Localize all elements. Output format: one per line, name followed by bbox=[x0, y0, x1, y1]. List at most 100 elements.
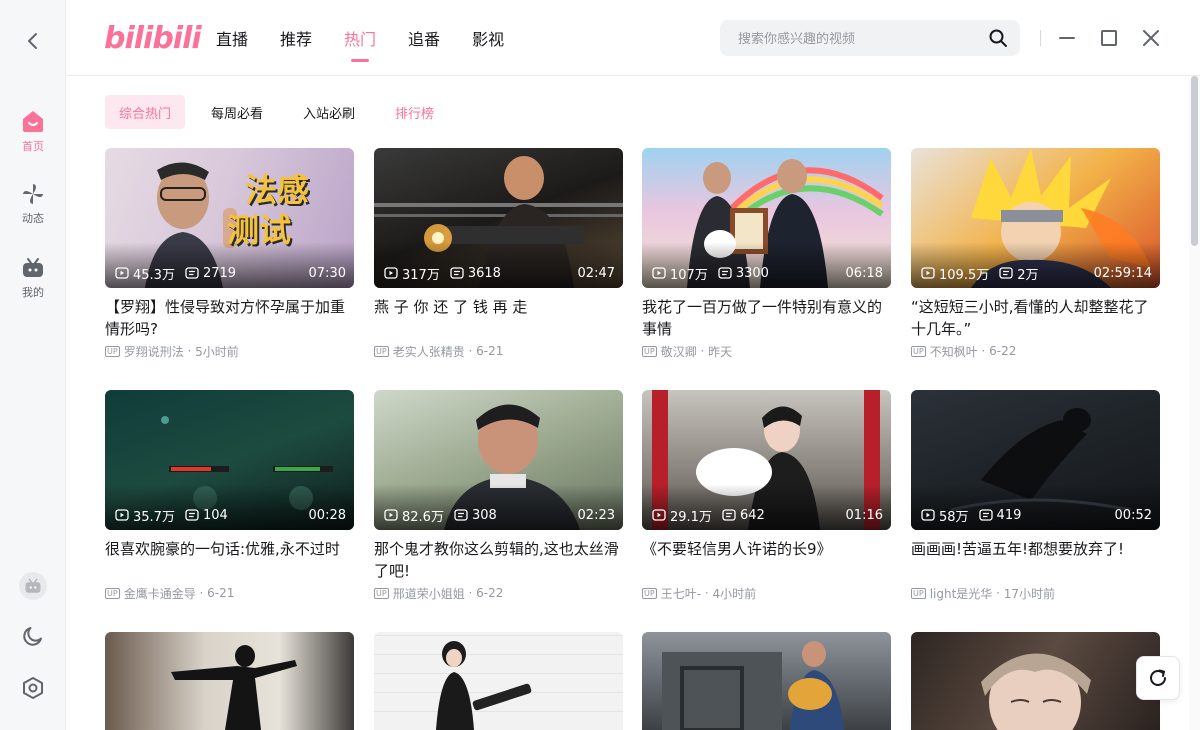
video-meta: UP 王七叶- · 4小时前 bbox=[642, 584, 891, 602]
rail-item-mine[interactable]: 我的 bbox=[0, 256, 66, 300]
uploader-name[interactable]: 金鹰卡通金导 bbox=[124, 585, 196, 602]
danmaku-count-text: 3300 bbox=[735, 265, 769, 281]
danmaku-count: 104 bbox=[185, 508, 228, 523]
video-thumbnail[interactable]: 29.1万 642 01:16 bbox=[642, 390, 891, 530]
video-card[interactable] bbox=[642, 632, 891, 730]
nav-item-hot[interactable]: 热门 bbox=[344, 0, 376, 76]
thumbnail-cosplay bbox=[436, 641, 532, 730]
video-card[interactable]: 法感 测试 45.3万 2719 07:30 【罗翔】性侵导致对方怀孕属于加重情形… bbox=[105, 148, 354, 360]
video-card[interactable]: 82.6万 308 02:23 那个鬼才教你这么剪辑的,这也太丝滑了吧! UP … bbox=[374, 390, 623, 602]
home-icon bbox=[23, 111, 43, 132]
video-thumbnail[interactable]: 317万 3618 02:47 bbox=[374, 148, 623, 288]
uploader-name[interactable]: 邢道荣小姐姐 bbox=[393, 585, 465, 602]
video-meta: UP 老实人张精贵 · 6-21 bbox=[374, 342, 623, 360]
video-title[interactable]: 《不要轻信男人许诺的长9》 bbox=[642, 538, 891, 582]
play-count-icon bbox=[652, 509, 666, 521]
uploader-name[interactable]: light是光华 bbox=[930, 585, 993, 602]
play-count-icon bbox=[115, 509, 129, 521]
video-thumbnail[interactable]: 109.5万 2万 02:59:14 bbox=[911, 148, 1160, 288]
refresh-button[interactable] bbox=[1136, 656, 1180, 700]
subtab-ranking[interactable]: 排行榜 bbox=[381, 95, 448, 129]
search-icon bbox=[989, 29, 1007, 47]
play-count-icon bbox=[921, 509, 935, 521]
scrollbar[interactable] bbox=[1189, 76, 1200, 730]
minimize-button[interactable] bbox=[1055, 26, 1079, 50]
video-card[interactable]: 29.1万 642 01:16 《不要轻信男人许诺的长9》 UP 王七叶- · … bbox=[642, 390, 891, 602]
video-card[interactable] bbox=[911, 632, 1160, 730]
maximize-button[interactable] bbox=[1097, 26, 1121, 50]
video-card[interactable]: 317万 3618 02:47 燕 子 你 还 了 钱 再 走 UP 老实人张精… bbox=[374, 148, 623, 360]
video-stats: 109.5万 2万 02:59:14 bbox=[921, 264, 1152, 283]
hot-subtabs: 综合热门 每周必看 入站必刷 排行榜 bbox=[105, 95, 460, 129]
uploader-name[interactable]: 敬汉卿 bbox=[661, 343, 697, 360]
subtab-weekly[interactable]: 每周必看 bbox=[197, 95, 277, 129]
video-title[interactable]: 燕 子 你 还 了 钱 再 走 bbox=[374, 296, 623, 340]
subtab-overall-hot[interactable]: 综合热门 bbox=[105, 95, 186, 129]
video-thumbnail[interactable] bbox=[105, 632, 354, 730]
video-card[interactable]: 35.7万 104 00:28 很喜欢腕豪的一句话:优雅,永不过时 UP 金鹰卡… bbox=[105, 390, 354, 602]
theme-toggle-button[interactable] bbox=[0, 624, 66, 648]
bilibili-logo[interactable]: bilibili bbox=[104, 18, 202, 58]
nav-item-anime[interactable]: 追番 bbox=[408, 0, 440, 76]
view-count-text: 29.1万 bbox=[670, 509, 712, 525]
video-thumbnail[interactable] bbox=[911, 632, 1160, 730]
nav-label: 直播 bbox=[216, 30, 249, 49]
video-thumbnail[interactable]: 58万 419 00:52 bbox=[911, 390, 1160, 530]
uploader-name[interactable]: 王七叶- bbox=[661, 585, 701, 602]
rail-item-home[interactable]: 首页 bbox=[0, 108, 66, 154]
up-badge: UP bbox=[105, 345, 120, 357]
up-badge: UP bbox=[105, 587, 120, 599]
uploader-name[interactable]: 罗翔说刑法 bbox=[124, 343, 184, 360]
video-card[interactable]: 58万 419 00:52 画画画!苦逼五年!都想要放弃了! UP light是… bbox=[911, 390, 1160, 602]
chevron-left-icon bbox=[28, 33, 37, 49]
nav-item-live[interactable]: 直播 bbox=[216, 0, 248, 76]
rail-item-label: 首页 bbox=[22, 140, 44, 153]
danmaku-count: 2719 bbox=[185, 266, 236, 281]
video-title[interactable]: 那个鬼才教你这么剪辑的,这也太丝滑了吧! bbox=[374, 538, 623, 582]
video-thumbnail[interactable] bbox=[374, 632, 623, 730]
danmaku-count: 419 bbox=[978, 507, 1022, 523]
close-button[interactable] bbox=[1139, 26, 1163, 50]
video-meta: UP 金鹰卡通金导 · 6-21 bbox=[105, 584, 354, 602]
subtab-must-watch[interactable]: 入站必刷 bbox=[289, 95, 369, 129]
video-title[interactable]: “这短短三小时,看懂的人却整整花了十几年。” bbox=[911, 296, 1160, 340]
video-thumbnail[interactable]: 107万 3300 06:18 bbox=[642, 148, 891, 288]
video-title[interactable]: 很喜欢腕豪的一句话:优雅,永不过时 bbox=[105, 538, 354, 582]
video-card[interactable]: 109.5万 2万 02:59:14 “这短短三小时,看懂的人却整整花了十几年。… bbox=[911, 148, 1160, 360]
video-title[interactable]: 我花了一百万做了一件特别有意义的事情 bbox=[642, 296, 891, 340]
danmaku-count-text: 419 bbox=[996, 507, 1022, 523]
logo-text: bilibili bbox=[104, 20, 202, 56]
uploader-name[interactable]: 老实人张精贵 bbox=[393, 343, 465, 360]
settings-button[interactable] bbox=[0, 676, 66, 700]
rail-item-label: 我的 bbox=[22, 286, 44, 299]
danmaku-icon bbox=[718, 267, 732, 279]
avatar bbox=[19, 572, 47, 600]
video-thumbnail[interactable]: 法感 测试 45.3万 2719 07:30 bbox=[105, 148, 354, 288]
video-thumbnail[interactable]: 35.7万 104 00:28 bbox=[105, 390, 354, 530]
search-button[interactable] bbox=[988, 28, 1008, 48]
nav-item-recommend[interactable]: 推荐 bbox=[280, 0, 312, 76]
video-meta: UP 敬汉卿 · 昨天 bbox=[642, 342, 891, 360]
view-count: 45.3万 bbox=[115, 264, 175, 283]
top-header: bilibili 直播 推荐 热门 追番 影视 bbox=[66, 0, 1200, 76]
video-thumbnail[interactable]: 82.6万 308 02:23 bbox=[374, 390, 623, 530]
video-card[interactable]: 107万 3300 06:18 我花了一百万做了一件特别有意义的事情 UP 敬汉… bbox=[642, 148, 891, 360]
nav-label: 追番 bbox=[408, 30, 441, 49]
back-button[interactable] bbox=[20, 28, 46, 54]
video-card[interactable] bbox=[374, 632, 623, 730]
danmaku-icon bbox=[450, 267, 464, 279]
video-title[interactable]: 【罗翔】性侵导致对方怀孕属于加重情形吗? bbox=[105, 296, 354, 340]
video-card[interactable] bbox=[105, 632, 354, 730]
rail-item-dynamic[interactable]: 动态 bbox=[0, 182, 66, 226]
uploader-name[interactable]: 不知枫叶 bbox=[930, 343, 978, 360]
video-title[interactable]: 画画画!苦逼五年!都想要放弃了! bbox=[911, 538, 1160, 582]
view-count-text: 317万 bbox=[402, 267, 440, 283]
view-count: 29.1万 bbox=[652, 506, 712, 525]
danmaku-icon bbox=[978, 509, 993, 521]
user-avatar-button[interactable] bbox=[0, 572, 66, 600]
search-input[interactable] bbox=[720, 30, 970, 46]
publish-time: 6-22 bbox=[989, 344, 1017, 358]
scrollbar-thumb[interactable] bbox=[1191, 76, 1198, 246]
nav-item-movies[interactable]: 影视 bbox=[472, 0, 504, 76]
video-thumbnail[interactable] bbox=[642, 632, 891, 730]
